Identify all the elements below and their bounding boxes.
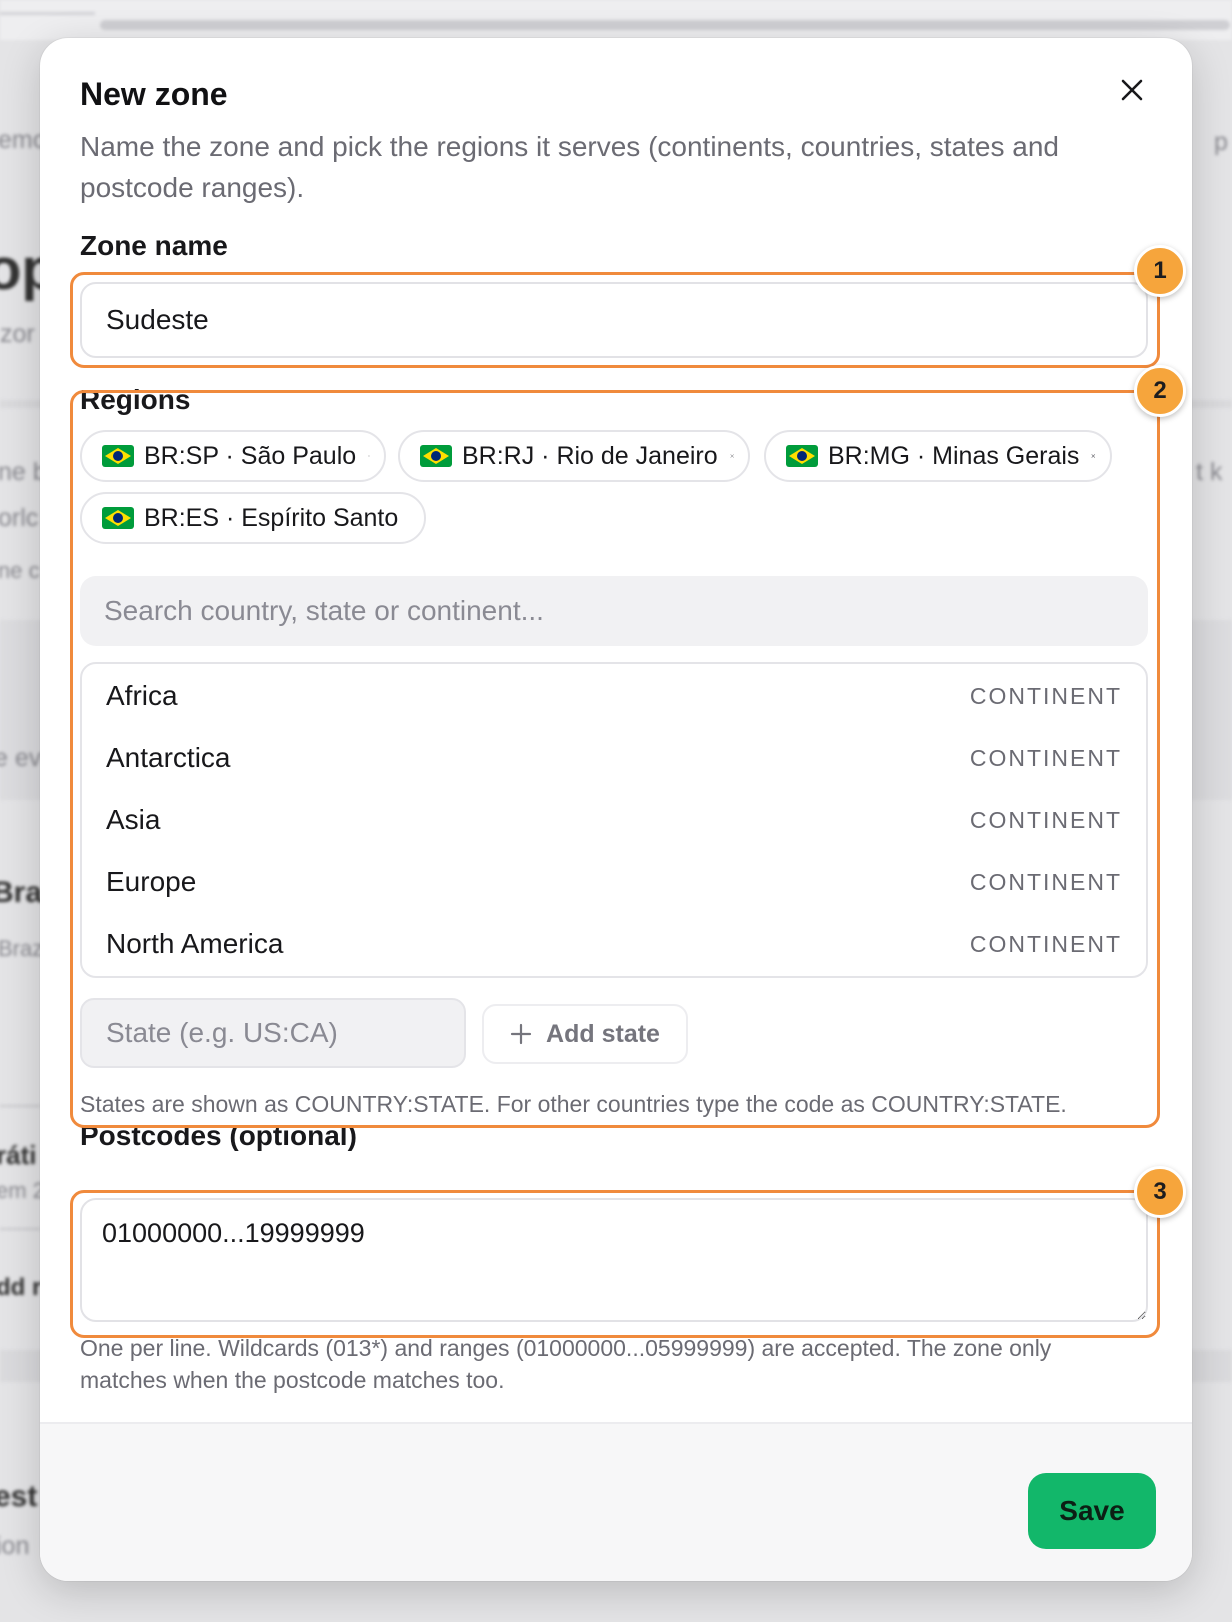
background-text: t k [1196, 458, 1223, 486]
list-item[interactable]: Antarctica CONTINENT [82, 726, 1146, 790]
background-text: p [1214, 128, 1228, 156]
list-item[interactable]: North America CONTINENT [82, 912, 1146, 976]
list-item[interactable]: Africa CONTINENT [82, 664, 1146, 728]
add-state-button[interactable]: Add state [482, 1004, 688, 1064]
postcodes-hint: One per line. Wildcards (013*) and range… [80, 1335, 1052, 1393]
background-text: zor [0, 320, 35, 348]
background-text: dd r [0, 1274, 42, 1301]
annotation-badge-3: 3 [1134, 1166, 1186, 1218]
postcodes-label: Postcodes (optional) [80, 1120, 357, 1151]
result-name: Antarctica [106, 742, 231, 773]
region-chip-label: BR:SP · São Paulo [144, 441, 357, 470]
close-button[interactable] [1112, 70, 1152, 110]
region-chip-label: BR:MG · Minas Gerais [828, 441, 1080, 470]
background-topbar [0, 0, 1232, 40]
region-chip-label: BR:RJ · Rio de Janeiro [462, 441, 718, 470]
zone-name-input[interactable] [80, 282, 1148, 358]
remove-region-icon[interactable] [730, 447, 734, 465]
brazil-flag-icon [102, 445, 134, 467]
regions-label: Regions [80, 384, 191, 415]
region-chip[interactable]: BR:MG · Minas Gerais [764, 430, 1112, 482]
background-text: ne c [0, 558, 40, 583]
result-type: CONTINENT [969, 806, 1122, 833]
dialog-footer [40, 1422, 1192, 1581]
region-chip-label: BR:ES · Espírito Santo [144, 503, 399, 532]
background-text: ráti [0, 1140, 37, 1170]
list-item[interactable]: Europe CONTINENT [82, 850, 1146, 914]
dialog-description: Name the zone and pick the regions it se… [80, 131, 1059, 203]
result-type: CONTINENT [969, 868, 1122, 895]
background-text: ion [0, 1532, 30, 1560]
brazil-flag-icon [102, 507, 134, 529]
annotation-badge-1: 1 [1134, 245, 1186, 297]
state-input[interactable] [80, 998, 466, 1068]
region-chip[interactable]: BR:ES · Espírito Santo [80, 492, 426, 544]
postcodes-textarea[interactable]: 01000000...19999999 [80, 1198, 1148, 1322]
brazil-flag-icon [420, 445, 452, 467]
plus-icon [510, 1023, 532, 1045]
new-zone-dialog: New zone Name the zone and pick the regi… [40, 38, 1192, 1581]
regions-hint: States are shown as COUNTRY:STATE. For o… [80, 1091, 1067, 1117]
background-text: orlc [0, 504, 39, 532]
annotation-badge-2: 2 [1134, 365, 1186, 417]
result-type: CONTINENT [969, 682, 1122, 709]
result-name: Asia [106, 804, 161, 835]
background-text: em 2 [0, 1178, 45, 1203]
remove-region-icon[interactable] [1091, 447, 1096, 465]
add-state-label: Add state [546, 1019, 660, 1048]
remove-region-icon[interactable] [368, 447, 370, 465]
result-name: Europe [106, 866, 197, 897]
region-search-input[interactable] [80, 576, 1148, 646]
brazil-flag-icon [786, 445, 818, 467]
region-chip[interactable]: BR:SP · São Paulo [80, 430, 386, 482]
close-icon [1121, 79, 1143, 101]
region-chip[interactable]: BR:RJ · Rio de Janeiro [398, 430, 750, 482]
result-name: Africa [106, 680, 178, 711]
list-item[interactable]: Asia CONTINENT [82, 788, 1146, 852]
region-results-list: Africa CONTINENT Antarctica CONTINENT As… [80, 662, 1148, 978]
save-button[interactable]: Save [1028, 1473, 1156, 1549]
zone-name-label: Zone name [80, 230, 228, 261]
result-type: CONTINENT [969, 930, 1122, 957]
background-text: Braz [0, 936, 44, 961]
background-text: e ev [0, 744, 42, 772]
dialog-title: New zone [80, 76, 228, 112]
result-type: CONTINENT [969, 744, 1122, 771]
result-name: North America [106, 928, 284, 959]
background-text: est [0, 1480, 38, 1513]
